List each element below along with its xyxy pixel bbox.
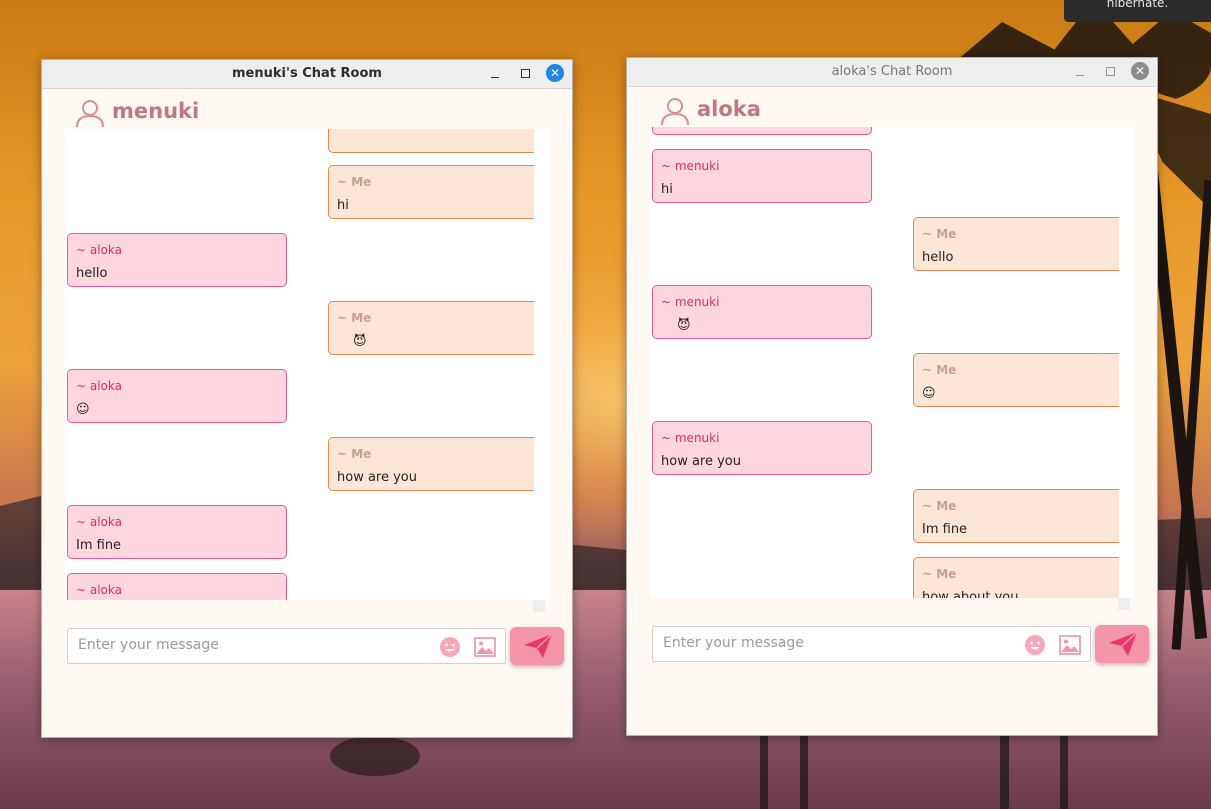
message-bubble-other: ~ aloka ☺: [67, 369, 287, 423]
paper-plane-icon: [1109, 631, 1138, 656]
maximize-icon[interactable]: [516, 64, 534, 82]
message-input-box: [67, 628, 506, 664]
message-text: ☺: [76, 402, 90, 417]
window-title: menuki's Chat Room: [232, 66, 382, 81]
image-icon[interactable]: [1059, 635, 1081, 655]
message-text: how are you: [337, 470, 417, 485]
message-input-box: [652, 626, 1091, 662]
chat-header: aloka: [627, 87, 1157, 126]
message-bubble-me: [328, 129, 534, 153]
message-sender: ~ aloka: [76, 379, 122, 393]
message-text: hello: [922, 250, 954, 265]
paper-plane-icon: [524, 633, 553, 658]
scrollbar-corner: [533, 600, 545, 612]
scrollbar-corner: [1118, 598, 1130, 610]
minimize-icon[interactable]: [1071, 62, 1089, 80]
maximize-icon[interactable]: [1101, 62, 1119, 80]
message-sender: ~ Me: [337, 175, 372, 189]
user-icon: [76, 100, 104, 128]
message-sender: ~ Me: [922, 499, 957, 513]
message-text: hi: [337, 198, 349, 213]
message-bubble-me: ~ Me ☺: [913, 353, 1119, 407]
wallpaper-palm-reflection: [800, 736, 808, 809]
message-sender: ~ Me: [922, 227, 957, 241]
message-bubble-me: ~ Me hello: [913, 217, 1119, 271]
message-bubble-other: [652, 127, 872, 135]
chat-header: menuki: [42, 89, 572, 128]
message-text: how are you: [661, 454, 741, 469]
message-bubble-me: ~ Me Im fine: [913, 489, 1119, 543]
message-text: hi: [661, 182, 673, 197]
notification-text: hibernate.: [1106, 0, 1169, 10]
message-sender: ~ Me: [337, 447, 372, 461]
send-button[interactable]: [510, 627, 564, 665]
wallpaper-palm-reflection: [330, 736, 420, 776]
message-list[interactable]: ~ menuki hi ~ Me hello ~ menuki 😈 ~ Me ☺…: [650, 127, 1133, 598]
message-text: 😈: [677, 318, 691, 333]
chat-window-aloka[interactable]: aloka's Chat Room ✕ aloka ~ menuki hi ~ …: [626, 57, 1158, 736]
user-icon: [661, 98, 689, 126]
message-input[interactable]: [76, 636, 410, 654]
message-bubble-me: ~ Me 😈: [328, 301, 534, 355]
wallpaper-palm-reflection: [1060, 736, 1068, 809]
emoji-icon[interactable]: [1024, 634, 1046, 656]
message-bubble-other: ~ menuki how are you: [652, 421, 872, 475]
image-icon[interactable]: [474, 637, 496, 657]
message-text: hello: [76, 266, 108, 281]
message-text: Im fine: [76, 538, 122, 553]
message-sender: ~ menuki: [661, 159, 720, 173]
message-bubble-me: ~ Me hi: [328, 165, 534, 219]
wallpaper-palm-reflection: [760, 736, 768, 809]
close-icon[interactable]: ✕: [546, 64, 564, 82]
message-bubble-other: ~ menuki 😈: [652, 285, 872, 339]
chat-username: menuki: [112, 99, 200, 123]
minimize-icon[interactable]: [486, 64, 504, 82]
message-bubble-other: ~ menuki hi: [652, 149, 872, 203]
message-sender: ~ aloka: [76, 583, 122, 597]
window-title: aloka's Chat Room: [831, 64, 953, 79]
message-bubble-me: ~ Me how are you: [328, 437, 534, 491]
wallpaper-palm-reflection: [1000, 736, 1009, 809]
message-bubble-me: ~ Me how about you: [913, 557, 1119, 598]
message-input[interactable]: [661, 634, 995, 652]
message-bubble-other: ~ aloka: [67, 573, 287, 600]
message-sender: ~ aloka: [76, 515, 122, 529]
message-list[interactable]: ~ Me hi ~ aloka hello ~ Me 😈 ~ aloka ☺ ~…: [65, 129, 550, 600]
message-sender: ~ aloka: [76, 243, 122, 257]
message-text: 😈: [353, 334, 367, 349]
window-controls: ✕: [1071, 62, 1149, 80]
chat-window-menuki[interactable]: menuki's Chat Room ✕ menuki ~ Me hi ~ al…: [41, 59, 573, 738]
message-bubble-other: ~ aloka Im fine: [67, 505, 287, 559]
close-icon[interactable]: ✕: [1131, 62, 1149, 80]
emoji-icon[interactable]: [439, 636, 461, 658]
message-text: ☺: [922, 386, 936, 401]
title-bar[interactable]: aloka's Chat Room ✕: [627, 58, 1157, 87]
message-bubble-other: ~ aloka hello: [67, 233, 287, 287]
message-sender: ~ Me: [922, 567, 957, 581]
message-sender: ~ menuki: [661, 431, 720, 445]
message-text: Im fine: [922, 522, 968, 537]
window-controls: ✕: [486, 64, 564, 82]
message-text: how about you: [922, 590, 1019, 598]
message-sender: ~ menuki: [661, 295, 720, 309]
send-button[interactable]: [1095, 625, 1149, 663]
message-sender: ~ Me: [337, 311, 372, 325]
system-notification[interactable]: hibernate.: [1064, 0, 1211, 22]
chat-username: aloka: [697, 97, 761, 121]
title-bar[interactable]: menuki's Chat Room ✕: [42, 60, 572, 89]
message-sender: ~ Me: [922, 363, 957, 377]
